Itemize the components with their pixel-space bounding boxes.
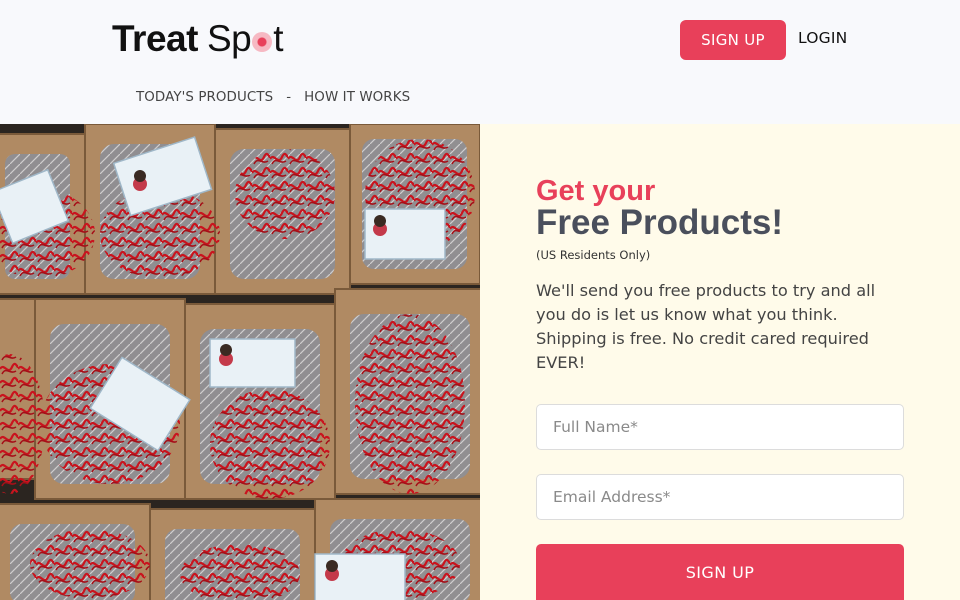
logo-spot-suffix: t — [273, 18, 283, 59]
logo-word-spot: Sp t — [206, 18, 284, 60]
offer-description: We'll send you free products to try and … — [536, 281, 876, 372]
nav-separator: - — [286, 90, 292, 105]
form-signup-button[interactable]: SIGN UP — [536, 544, 904, 600]
nav-item-todays-products[interactable]: TODAY'S PRODUCTS — [136, 90, 273, 105]
main-nav: TODAY'S PRODUCTS - HOW IT WORKS — [136, 90, 410, 105]
signup-panel: Get your Free Products! (US Residents On… — [480, 124, 960, 600]
offer-heading-line2: Free Products! — [536, 203, 783, 242]
gift-boxes-photo-icon — [0, 124, 480, 600]
logo-target-icon — [252, 32, 273, 52]
site-header: Treat Sp t SIGN UP LOGIN TODAY'S PRODUCTS… — [0, 0, 960, 124]
nav-item-how-it-works[interactable]: HOW IT WORKS — [304, 90, 410, 105]
offer-residency-note: (US Residents Only) — [536, 248, 651, 262]
logo-spot-prefix: Sp — [206, 18, 252, 59]
site-logo[interactable]: Treat Sp t — [112, 18, 283, 62]
header-login-link[interactable]: LOGIN — [798, 29, 847, 47]
logo-word-treat: Treat — [112, 18, 198, 59]
header-signup-button[interactable]: SIGN UP — [680, 20, 786, 60]
full-name-input[interactable] — [536, 404, 904, 450]
hero-photo — [0, 124, 480, 600]
email-input[interactable] — [536, 474, 904, 520]
